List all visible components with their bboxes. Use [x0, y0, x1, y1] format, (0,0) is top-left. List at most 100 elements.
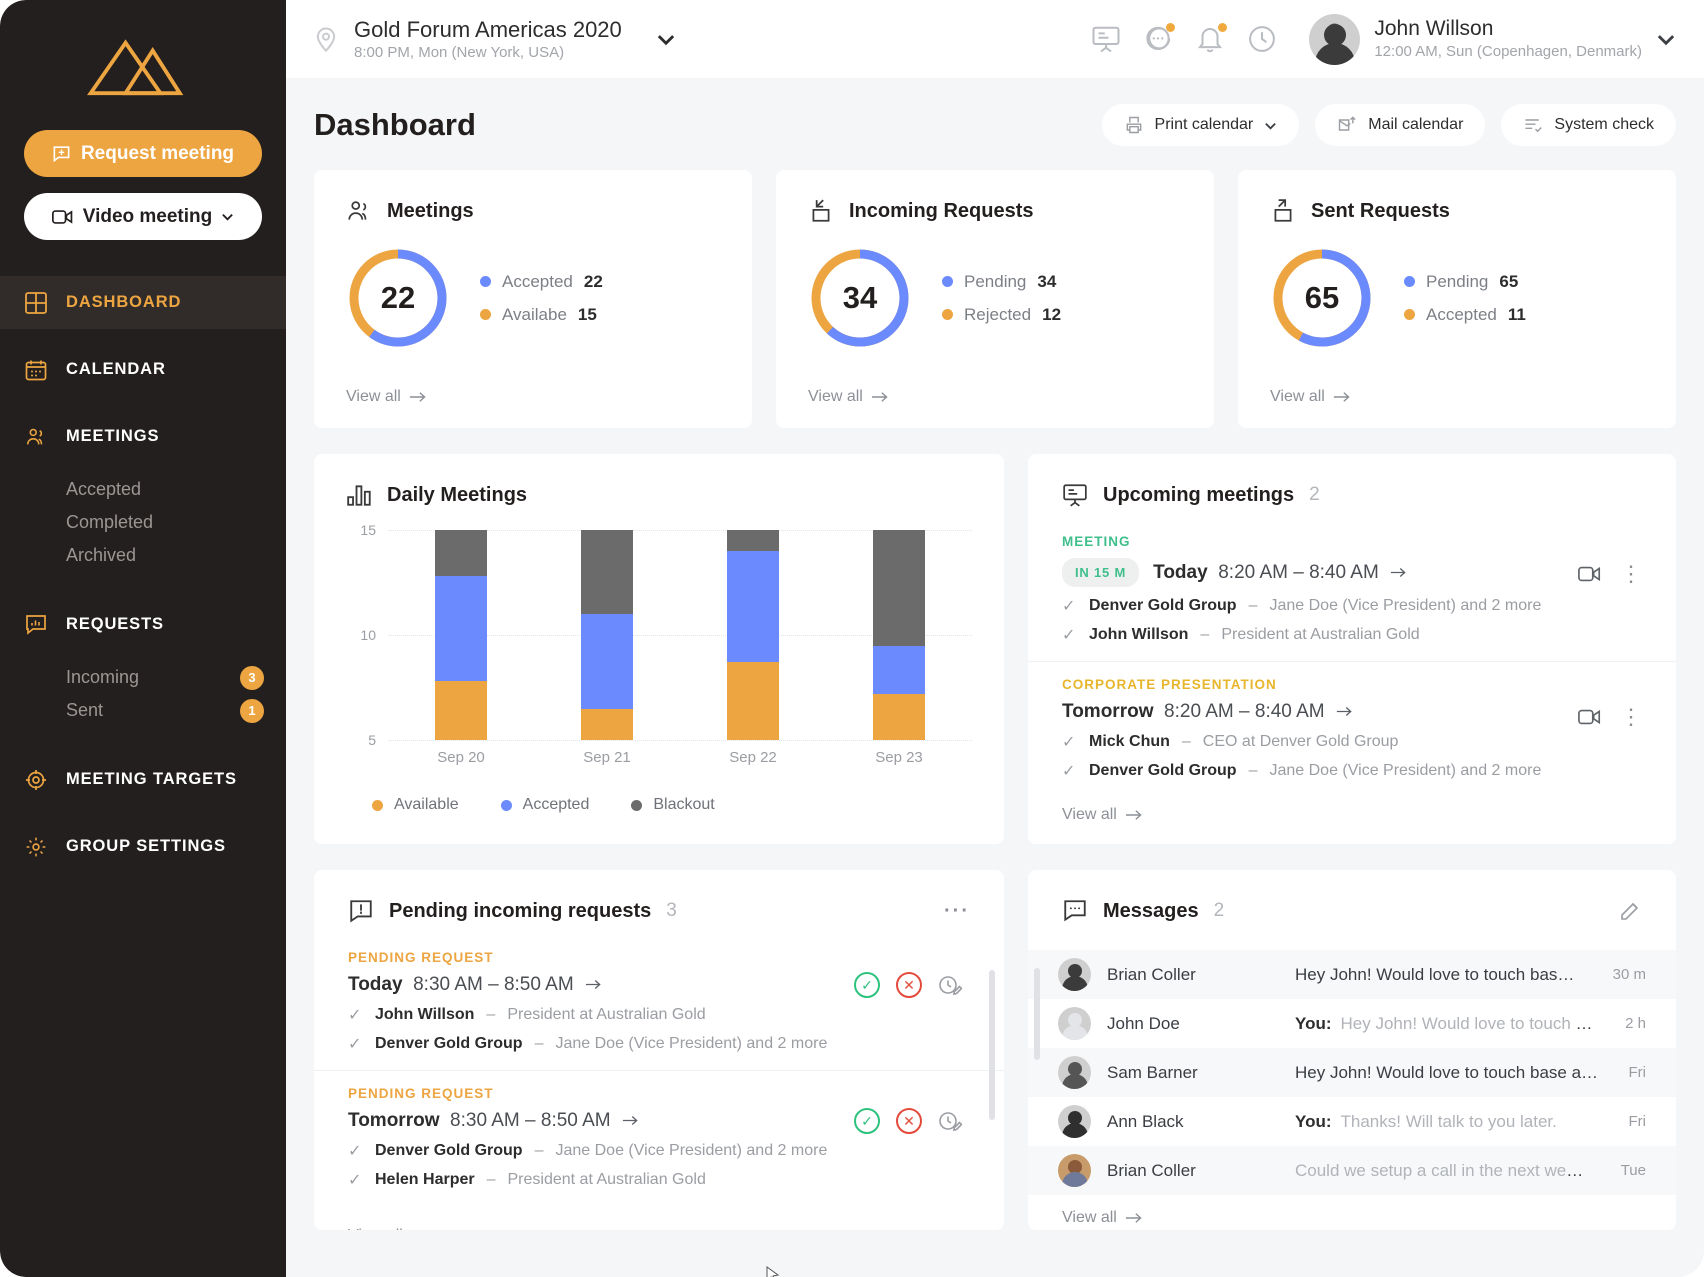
mail-calendar-button[interactable]: Mail calendar [1315, 104, 1486, 146]
presentation-icon [1062, 482, 1088, 508]
sidebar-label-group-settings: GROUP SETTINGS [66, 837, 226, 855]
message-row[interactable]: John Doe You: Hey John! Would love to tou… [1028, 999, 1676, 1048]
stat-title-incoming: Incoming Requests [849, 199, 1034, 222]
message-preview: Hey John! Would love to touch base about… [1295, 1062, 1599, 1082]
sidebar-item-accepted[interactable]: Accepted [0, 473, 286, 506]
request-meeting-button[interactable]: Request meeting [24, 130, 262, 177]
clock-icon[interactable] [1247, 24, 1277, 54]
sidebar-label-accepted: Accepted [66, 479, 142, 499]
sidebar-item-completed[interactable]: Completed [0, 506, 286, 539]
stat-card-meetings: Meetings 22 Accepted 22 Availabe 15 View… [314, 170, 752, 428]
legend-bullet [480, 276, 491, 287]
sidebar-label-meeting-targets: MEETING TARGETS [66, 770, 237, 788]
view-all-upcoming-link[interactable]: View all [1028, 806, 1676, 844]
bar-segment [581, 614, 633, 709]
message-row[interactable]: Sam Barner Hey John! Would love to touch… [1028, 1048, 1676, 1097]
more-options-icon[interactable]: ⋮ [1620, 706, 1642, 728]
participant-role: Jane Doe (Vice President) and 2 more [555, 1142, 828, 1159]
chevron-down-icon[interactable] [1656, 29, 1676, 49]
sidebar-item-incoming[interactable]: Incoming 3 [0, 661, 286, 694]
sidebar-item-calendar[interactable]: CALENDAR [0, 343, 286, 396]
list-item[interactable]: CORPORATE PRESENTATION Tomorrow 8:20 AM … [1028, 677, 1676, 797]
view-all-incoming-link[interactable]: View all [808, 388, 1182, 406]
pending-count: 3 [666, 900, 677, 921]
sidebar-item-meeting-targets[interactable]: MEETING TARGETS [0, 753, 286, 806]
view-all-messages-link[interactable]: View all [1028, 1195, 1676, 1227]
bar-column [826, 530, 972, 740]
card-title: Messages 2 [1028, 898, 1676, 924]
system-check-button[interactable]: System check [1501, 104, 1676, 146]
bell-icon[interactable] [1195, 23, 1228, 54]
view-all-label: View all [1270, 388, 1325, 405]
meeting-time: 8:20 AM – 8:40 AM [1164, 701, 1325, 722]
accept-request-button[interactable]: ✓ [854, 972, 880, 998]
presentation-icon[interactable] [1091, 24, 1121, 54]
arrow-right-icon [622, 1116, 638, 1125]
arrow-right-icon [1333, 392, 1350, 402]
reject-request-button[interactable]: ✕ [896, 1108, 922, 1134]
x-tick-label: Sep 21 [583, 749, 631, 766]
message-prefix: You: [1295, 1111, 1332, 1131]
reschedule-icon[interactable] [938, 1109, 962, 1133]
message-row[interactable]: Ann Black You: Thanks! Will talk to you l… [1028, 1097, 1676, 1146]
compose-icon[interactable] [1618, 899, 1642, 923]
accept-request-button[interactable]: ✓ [854, 1108, 880, 1134]
scrollbar[interactable] [1034, 968, 1040, 1060]
view-all-sent-link[interactable]: View all [1270, 388, 1644, 406]
y-tick: 5 [368, 732, 376, 748]
card-title: Incoming Requests [808, 198, 1182, 224]
people-icon [346, 198, 372, 224]
video-meeting-label: Video meeting [82, 205, 213, 227]
arrow-right-icon [1390, 567, 1406, 577]
legend-bullet [631, 799, 643, 811]
message-row[interactable]: Brian Coller Hey John! Would love to tou… [1028, 950, 1676, 999]
sidebar-item-requests[interactable]: REQUESTS [0, 598, 286, 651]
message-row[interactable]: Brian Coller Could we setup a call in th… [1028, 1146, 1676, 1195]
legend-value: 34 [1037, 271, 1057, 291]
message-preview: Hey John! Would love to touch base about… [1295, 964, 1583, 984]
sidebar-label-calendar: CALENDAR [66, 360, 166, 378]
arrow-right-icon [1125, 810, 1142, 820]
arrow-right-icon [1336, 707, 1352, 716]
sidebar-item-meetings[interactable]: MEETINGS [0, 410, 286, 463]
sidebar-item-dashboard[interactable]: DASHBOARD [0, 276, 286, 329]
scrollbar[interactable] [989, 970, 995, 1120]
chevron-down-icon[interactable] [656, 29, 676, 49]
message-preview: Hey John! Would love to touch base ... [1340, 1013, 1596, 1033]
legend-label: Blackout [653, 796, 715, 813]
legend-bullet [1404, 309, 1415, 320]
legend-label: Rejected [964, 304, 1032, 324]
chat-icon[interactable] [1143, 23, 1176, 54]
arrow-right-icon [585, 980, 601, 989]
legend-bullet [480, 309, 491, 320]
reschedule-icon[interactable] [938, 973, 962, 997]
arrow-in-icon [808, 198, 834, 224]
sidebar-label-requests: REQUESTS [66, 615, 164, 633]
list-item[interactable]: PENDING REQUEST Today 8:30 AM – 8:50 AM … [314, 950, 1004, 1071]
more-options-icon[interactable]: ··· [944, 901, 970, 921]
sidebar-item-archived[interactable]: Archived [0, 539, 286, 572]
more-options-icon[interactable]: ⋮ [1620, 563, 1642, 585]
check-icon: ✓ [348, 1143, 362, 1160]
participant-role: CEO at Denver Gold Group [1202, 733, 1399, 750]
video-camera-icon[interactable] [1578, 707, 1602, 727]
print-calendar-button[interactable]: Print calendar [1101, 104, 1300, 146]
list-item[interactable]: PENDING REQUEST Tomorrow 8:30 AM – 8:50 … [314, 1086, 1004, 1206]
chat-badge-dot [1166, 23, 1176, 32]
arrow-right-icon [409, 392, 426, 402]
list-item[interactable]: MEETING IN 15 M Today 8:20 AM – 8:40 AM … [1028, 534, 1676, 662]
legend-bullet [372, 799, 383, 811]
user-menu[interactable]: John Willson 12:00 AM, Sun (Copenhagen, … [1309, 13, 1676, 65]
sidebar-item-group-settings[interactable]: GROUP SETTINGS [0, 820, 286, 873]
reject-request-button[interactable]: ✕ [896, 972, 922, 998]
participant: ✓ John Willson – President at Australian … [1062, 626, 1420, 644]
view-all-pending-link[interactable]: View all [314, 1221, 1004, 1230]
event-selector[interactable]: Gold Forum Americas 2020 8:00 PM, Mon (N… [312, 16, 676, 63]
message-time: Tue [1620, 1162, 1646, 1179]
video-camera-icon[interactable] [1578, 564, 1602, 584]
view-all-meetings-link[interactable]: View all [346, 388, 720, 406]
sidebar-item-sent[interactable]: Sent 1 [0, 694, 286, 727]
stat-total-meetings: 22 [380, 280, 416, 315]
pending-title: Pending incoming requests [389, 899, 652, 922]
video-meeting-button[interactable]: Video meeting [24, 193, 262, 240]
